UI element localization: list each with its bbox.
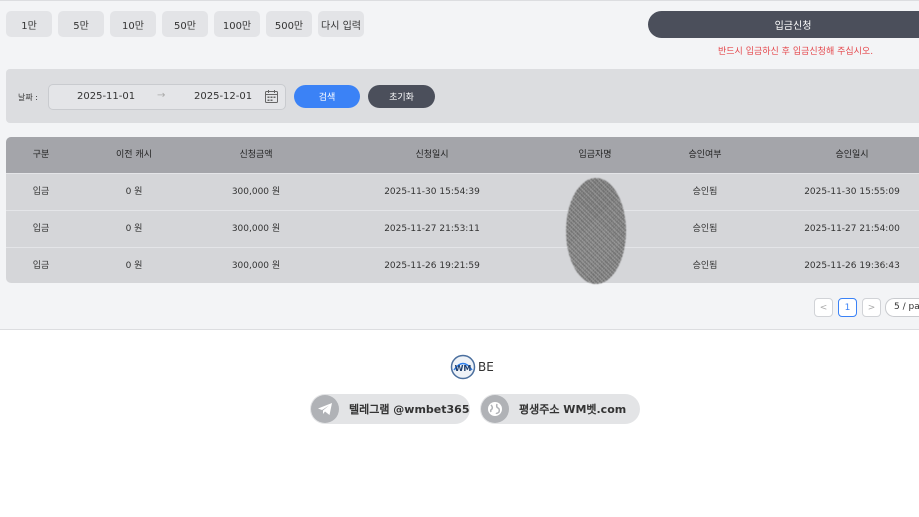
cell-approved-at: 2025-11-30 15:55:09 xyxy=(804,187,900,197)
cell-requested-at: 2025-11-26 19:21:59 xyxy=(384,261,480,271)
divider xyxy=(0,329,919,330)
next-page-button[interactable]: > xyxy=(862,298,881,317)
cell-status: 승인됨 xyxy=(692,187,718,197)
amount-button-500k[interactable]: 50만 xyxy=(162,11,208,37)
date-range-picker[interactable]: 2025-11-01 → 2025-12-01 xyxy=(48,84,286,110)
cell-amount: 300,000 원 xyxy=(231,187,281,197)
table-row: 입금 0 원 300,000 원 2025-11-26 19:21:59 승인됨… xyxy=(6,247,919,283)
deposit-history-table: 구분 이전 캐시 신청금액 신청일시 입금자명 승인여부 승인일시 입금 0 원… xyxy=(6,137,919,283)
amount-button-10k[interactable]: 1만 xyxy=(6,11,52,37)
reenter-button[interactable]: 다시 입력 xyxy=(318,11,364,37)
cell-prev-cash: 0 원 xyxy=(125,224,143,234)
header-amount: 신청금액 xyxy=(239,150,273,160)
amount-button-1m[interactable]: 100만 xyxy=(214,11,260,37)
search-button[interactable]: 검색 xyxy=(294,85,360,108)
amount-button-100k[interactable]: 10만 xyxy=(110,11,156,37)
cell-prev-cash: 0 원 xyxy=(125,261,143,271)
cell-approved-at: 2025-11-27 21:54:00 xyxy=(804,224,900,234)
start-date-field[interactable]: 2025-11-01 xyxy=(77,91,135,102)
header-prev-cash: 이전 캐시 xyxy=(116,150,152,160)
cell-status: 승인됨 xyxy=(692,261,718,271)
amount-button-5m[interactable]: 500만 xyxy=(266,11,312,37)
deposit-request-button[interactable]: 입금신청 xyxy=(648,11,919,38)
reset-button[interactable]: 초기화 xyxy=(368,85,435,108)
amount-button-50k[interactable]: 5만 xyxy=(58,11,104,37)
logo-mark-text: WM xyxy=(455,364,472,373)
end-date-field[interactable]: 2025-12-01 xyxy=(194,91,252,102)
warning-text: 반드시 입금하신 후 입금신청해 주십시오. xyxy=(718,47,874,57)
cell-amount: 300,000 원 xyxy=(231,261,281,271)
prev-page-button[interactable]: < xyxy=(814,298,833,317)
header-requested-at: 신청일시 xyxy=(415,150,449,160)
logo-text: BE xyxy=(478,360,494,374)
table-row: 입금 0 원 300,000 원 2025-11-27 21:53:11 승인됨… xyxy=(6,210,919,247)
telegram-icon xyxy=(311,395,339,423)
telegram-link[interactable]: 텔레그램 @wmbet365 xyxy=(310,394,470,424)
telegram-label: 텔레그램 @wmbet365 xyxy=(349,403,470,416)
header-status: 승인여부 xyxy=(688,150,722,160)
date-label: 날짜 : xyxy=(18,93,38,102)
cell-requested-at: 2025-11-27 21:53:11 xyxy=(384,224,480,234)
permanent-address-link[interactable]: 평생주소 WM벳.com xyxy=(480,394,640,424)
cell-status: 승인됨 xyxy=(692,224,718,234)
site-logo: WM BE xyxy=(450,354,494,380)
arrow-right-icon: → xyxy=(157,90,166,101)
page-size-select[interactable]: 5 / pa xyxy=(885,298,919,317)
header-type: 구분 xyxy=(32,150,50,160)
header-approved-at: 승인일시 xyxy=(835,150,869,160)
calendar-icon[interactable] xyxy=(265,90,278,103)
page-button-current[interactable]: 1 xyxy=(838,298,857,317)
cell-requested-at: 2025-11-30 15:54:39 xyxy=(384,187,480,197)
globe-icon xyxy=(481,395,509,423)
redacted-depositor-names xyxy=(566,178,626,284)
divider xyxy=(0,0,919,1)
cell-type: 입금 xyxy=(32,187,50,197)
logo-mark-icon: WM xyxy=(450,354,476,380)
cell-approved-at: 2025-11-26 19:36:43 xyxy=(804,261,900,271)
header-depositor: 입금자명 xyxy=(578,150,612,160)
address-label: 평생주소 WM벳.com xyxy=(519,403,627,416)
cell-type: 입금 xyxy=(32,224,50,234)
table-row: 입금 0 원 300,000 원 2025-11-30 15:54:39 승인됨… xyxy=(6,173,919,210)
cell-type: 입금 xyxy=(32,261,50,271)
cell-prev-cash: 0 원 xyxy=(125,187,143,197)
table-header: 구분 이전 캐시 신청금액 신청일시 입금자명 승인여부 승인일시 xyxy=(6,137,919,173)
cell-amount: 300,000 원 xyxy=(231,224,281,234)
